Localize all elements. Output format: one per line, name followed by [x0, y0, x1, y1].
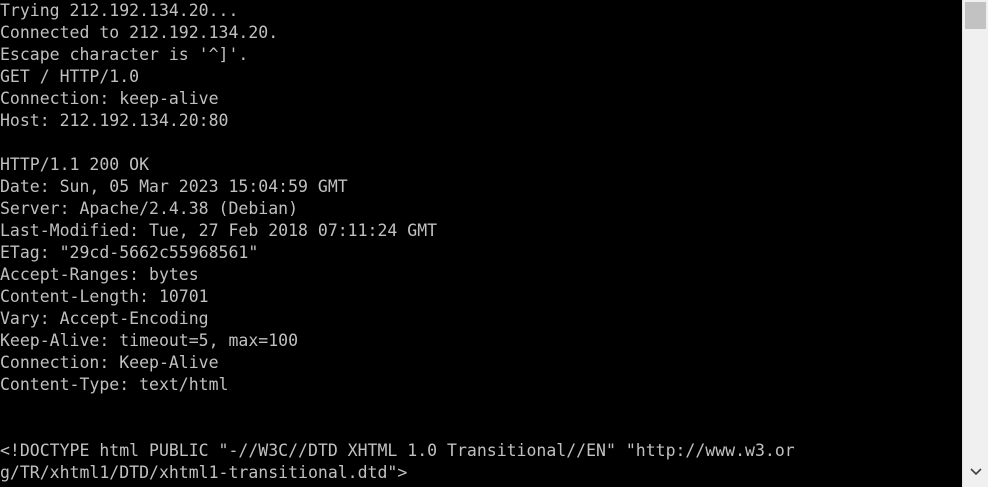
terminal-line: Connected to 212.192.134.20.: [0, 23, 279, 42]
vertical-scrollbar[interactable]: [962, 0, 988, 487]
terminal-line: Escape character is '^]'.: [0, 45, 249, 64]
terminal-line: HTTP/1.1 200 OK: [0, 155, 150, 174]
terminal-line: Content-Length: 10701: [0, 287, 209, 306]
chevron-down-icon: [969, 468, 982, 476]
terminal-line: g/TR/xhtml1/DTD/xhtml1-transitional.dtd"…: [0, 463, 408, 482]
terminal-line: Connection: Keep-Alive: [0, 353, 219, 372]
terminal-line: <!DOCTYPE html PUBLIC "-//W3C//DTD XHTML…: [0, 441, 795, 460]
terminal-line: Keep-Alive: timeout=5, max=100: [0, 331, 299, 350]
terminal-lines: Trying 212.192.134.20... Connected to 21…: [0, 0, 795, 484]
terminal-line: Trying 212.192.134.20...: [0, 1, 239, 20]
terminal-line: Vary: Accept-Encoding: [0, 309, 209, 328]
terminal-line: Last-Modified: Tue, 27 Feb 2018 07:11:24…: [0, 221, 438, 240]
terminal-line: Date: Sun, 05 Mar 2023 15:04:59 GMT: [0, 177, 348, 196]
terminal-line: Host: 212.192.134.20:80: [0, 111, 229, 130]
terminal-line: GET / HTTP/1.0: [0, 67, 140, 86]
terminal-output[interactable]: Trying 212.192.134.20... Connected to 21…: [0, 0, 962, 487]
terminal-line: Content-Type: text/html: [0, 375, 229, 394]
terminal-line: Connection: keep-alive: [0, 89, 219, 108]
scrollbar-thumb[interactable]: [965, 2, 986, 29]
terminal-line: Accept-Ranges: bytes: [0, 265, 199, 284]
scroll-down-button[interactable]: [963, 460, 988, 484]
terminal-line: ETag: "29cd-5662c55968561": [0, 243, 259, 262]
terminal-line: Server: Apache/2.4.38 (Debian): [0, 199, 299, 218]
